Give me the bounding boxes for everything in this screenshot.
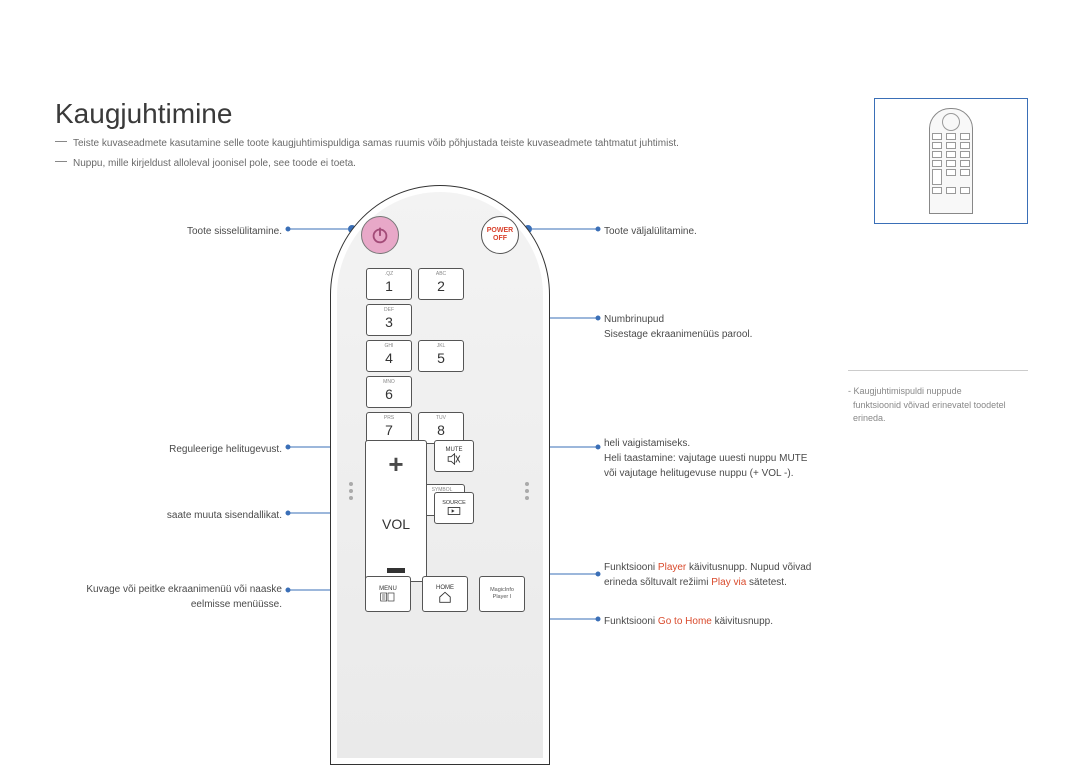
label-mute: heli vaigistamiseks. Heli taastamine: va… bbox=[604, 436, 807, 481]
grip-dots-right bbox=[525, 482, 531, 500]
num-6-button[interactable]: MNO6 bbox=[366, 376, 412, 408]
label-power-on: Toote sisselülitamine. bbox=[187, 224, 282, 239]
remote-thumbnail bbox=[874, 98, 1028, 224]
note-2: Nuppu, mille kirjeldust alloleval joonis… bbox=[55, 158, 356, 169]
num-5-button[interactable]: JKL5 bbox=[418, 340, 464, 372]
source-button[interactable]: SOURCE bbox=[434, 492, 474, 524]
label-home: Funktsiooni Go to Home käivitusnupp. bbox=[604, 614, 773, 629]
label-menu: Kuvage või peitke ekraanimenüü või naask… bbox=[86, 582, 282, 612]
volume-down-icon bbox=[387, 568, 405, 573]
home-button[interactable]: HOME bbox=[422, 576, 468, 612]
label-power-off: Toote väljalülitamine. bbox=[604, 224, 697, 239]
label-source: saate muuta sisendallikat. bbox=[167, 508, 282, 523]
volume-up-icon: + bbox=[388, 449, 403, 480]
num-4-button[interactable]: GHI4 bbox=[366, 340, 412, 372]
volume-label: VOL bbox=[382, 516, 410, 532]
power-on-button[interactable] bbox=[361, 216, 399, 254]
label-numbers: NumbrinupudSisestage ekraanimenüüs paroo… bbox=[604, 312, 752, 342]
label-volume: Reguleerige helitugevust. bbox=[169, 442, 282, 457]
grip-dots-left bbox=[349, 482, 355, 500]
power-off-button[interactable]: POWEROFF bbox=[481, 216, 519, 254]
note-1: Teiste kuvaseadmete kasutamine selle too… bbox=[55, 138, 679, 149]
magicinfo-button[interactable]: MagicInfoPlayer I bbox=[479, 576, 525, 612]
num-3-button[interactable]: DEF3 bbox=[366, 304, 412, 336]
label-player: Funktsiooni Player käivitusnupp. Nupud v… bbox=[604, 560, 811, 590]
num-2-button[interactable]: ABC2 bbox=[418, 268, 464, 300]
page-title: Kaugjuhtimine bbox=[55, 98, 232, 130]
volume-rocker[interactable]: + VOL bbox=[365, 440, 427, 582]
mute-button[interactable]: MUTE bbox=[434, 440, 474, 472]
menu-button[interactable]: MENU bbox=[365, 576, 411, 612]
footnote: - Kaugjuhtimispuldi nuppude funktsioonid… bbox=[848, 370, 1028, 426]
remote-control: POWEROFF .QZ1ABC2DEF3GHI4JKL5MNO6PRS7TUV… bbox=[330, 185, 548, 765]
num-1-button[interactable]: .QZ1 bbox=[366, 268, 412, 300]
